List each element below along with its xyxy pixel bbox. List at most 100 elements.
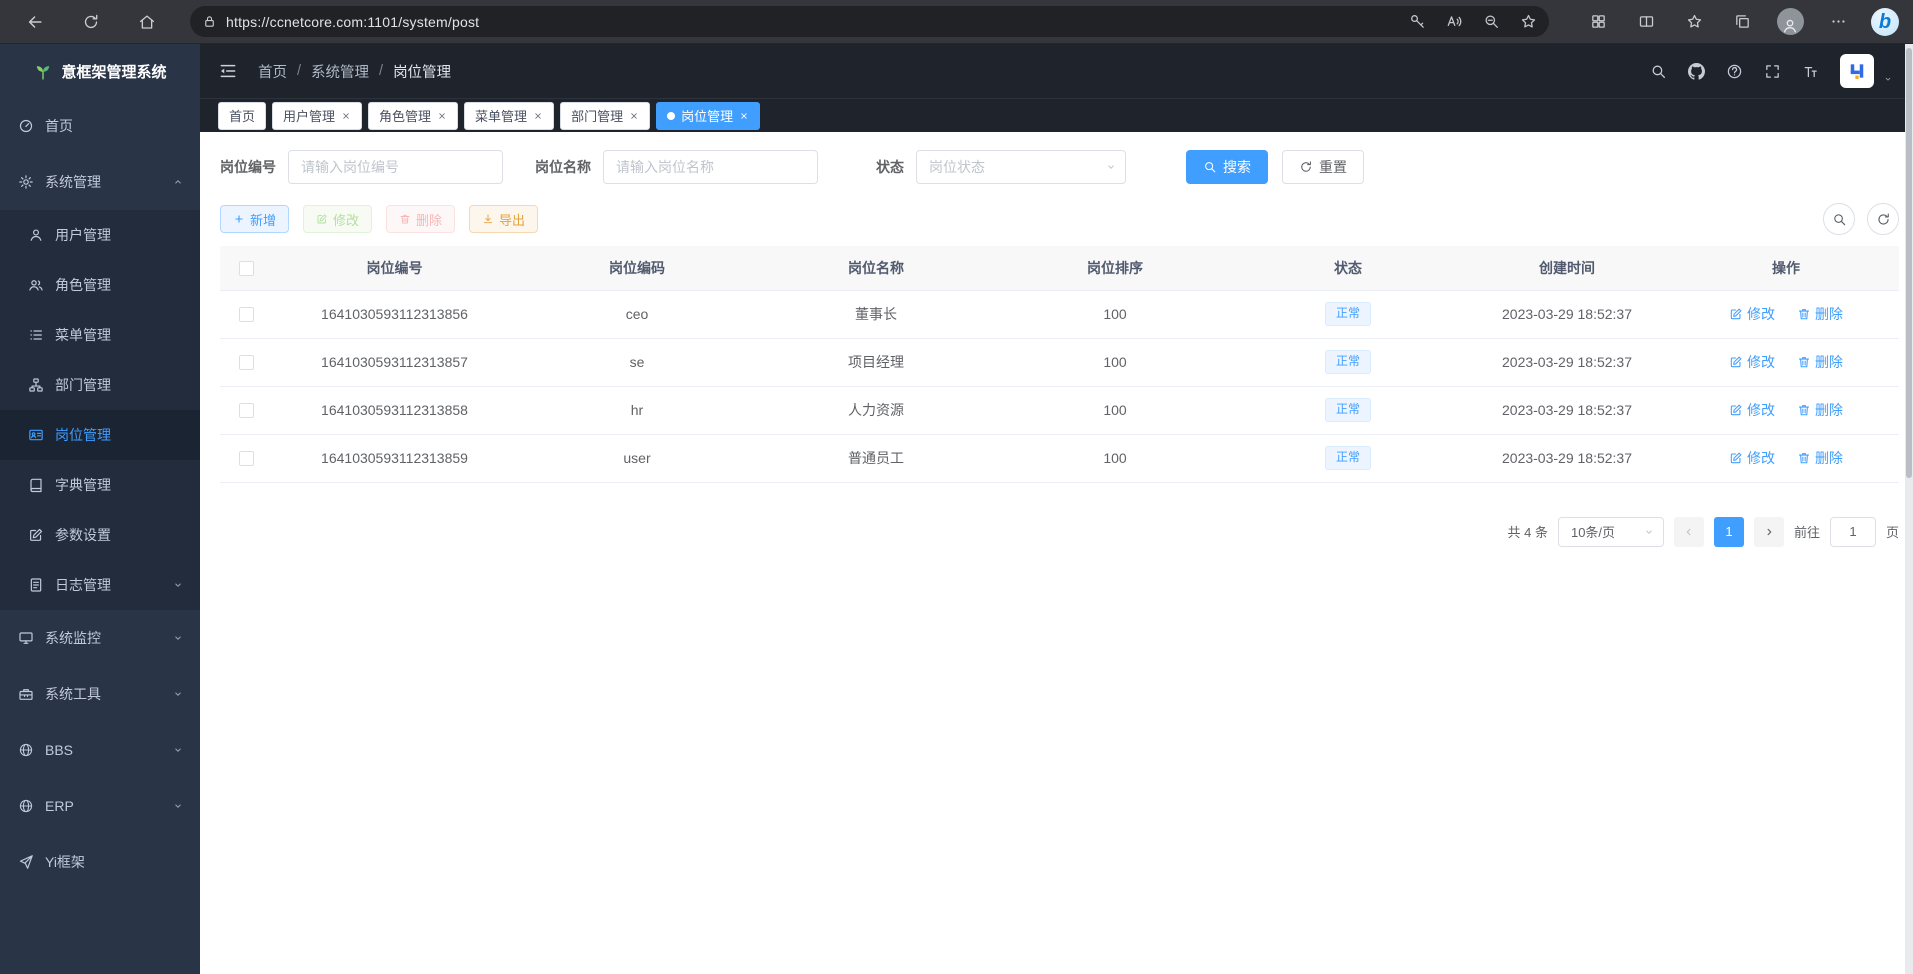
search-button[interactable]: 搜索 [1186,150,1268,184]
sidebar-item-dept-mgmt[interactable]: 部门管理 [0,360,200,410]
edit-icon [1729,451,1743,465]
row-checkbox[interactable] [239,403,254,418]
row-edit-link[interactable]: 修改 [1729,400,1775,420]
collections-button[interactable] [1725,5,1759,39]
search-icon [1203,160,1217,174]
status-select[interactable]: 岗位状态 [916,150,1126,184]
row-checkbox[interactable] [239,307,254,322]
tab-menu-mgmt[interactable]: 菜单管理 [464,102,554,130]
tab-user-mgmt[interactable]: 用户管理 [272,102,362,130]
sidebar-item-label: BBS [45,742,73,758]
post-name-input[interactable] [603,150,818,184]
post-code-input[interactable] [288,150,503,184]
split-screen-button[interactable] [1629,5,1663,39]
cell-post-code: se [517,338,757,386]
chevron-down-icon [172,744,184,756]
sidebar-item-erp[interactable]: ERP [0,778,200,834]
sidebar-item-menu-mgmt[interactable]: 菜单管理 [0,310,200,360]
browser-back-button[interactable] [18,5,52,39]
sidebar-item-bbs[interactable]: BBS [0,722,200,778]
sidebar-item-label: 菜单管理 [55,325,111,345]
font-size-icon[interactable] [1802,63,1819,80]
breadcrumb-item[interactable]: 系统管理 [311,61,369,82]
profile-button[interactable] [1773,5,1807,39]
refresh-table-button[interactable] [1867,203,1899,235]
cell-created-time: 2023-03-29 18:52:37 [1461,434,1673,482]
sidebar-item-dict-mgmt[interactable]: 字典管理 [0,460,200,510]
row-checkbox[interactable] [239,451,254,466]
app-logo[interactable]: 意框架管理系统 [0,44,200,98]
read-aloud-icon[interactable] [1446,13,1463,30]
row-delete-link[interactable]: 删除 [1797,400,1843,420]
toggle-search-button[interactable] [1823,203,1855,235]
row-edit-link[interactable]: 修改 [1729,352,1775,372]
chevron-down-icon [1643,526,1655,538]
sidebar-item-system-mgmt[interactable]: 系统管理 [0,154,200,210]
sidebar-item-param-settings[interactable]: 参数设置 [0,510,200,560]
row-delete-link[interactable]: 删除 [1797,352,1843,372]
sidebar-item-label: 参数设置 [55,525,111,545]
search-icon[interactable] [1650,63,1667,80]
close-tab-icon[interactable] [739,111,749,121]
page-size-select[interactable]: 10条/页 [1558,517,1664,547]
browser-menu-button[interactable] [1821,5,1855,39]
sidebar-item-user-mgmt[interactable]: 用户管理 [0,210,200,260]
home-icon [138,13,156,31]
close-tab-icon[interactable] [533,111,543,121]
edit-button[interactable]: 修改 [303,205,372,233]
close-tab-icon[interactable] [629,111,639,121]
sidebar-item-system-monitor[interactable]: 系统监控 [0,610,200,666]
row-edit-link[interactable]: 修改 [1729,448,1775,468]
goto-label: 前往 [1794,522,1820,541]
user-avatar[interactable] [1840,54,1874,88]
favorite-star-icon[interactable] [1520,13,1537,30]
address-bar[interactable]: https://ccnetcore.com:1101/system/post [190,6,1549,37]
row-edit-link[interactable]: 修改 [1729,304,1775,324]
post-code-label: 岗位编号 [220,157,276,177]
breadcrumb-item[interactable]: 首页 [258,61,287,82]
collapse-sidebar-icon[interactable] [218,61,238,81]
sidebar-item-role-mgmt[interactable]: 角色管理 [0,260,200,310]
select-all-checkbox[interactable] [239,261,254,276]
tab-dept-mgmt[interactable]: 部门管理 [560,102,650,130]
page-scrollbar[interactable] [1905,44,1913,974]
sidebar-item-yi-framework[interactable]: Yi框架 [0,834,200,890]
row-delete-link[interactable]: 删除 [1797,304,1843,324]
user-menu-caret-icon[interactable] [1883,74,1893,84]
prev-page-button[interactable] [1674,517,1704,547]
row-delete-link[interactable]: 删除 [1797,448,1843,468]
cell-post-code: user [517,434,757,482]
scrollbar-thumb[interactable] [1906,48,1912,478]
delete-button[interactable]: 删除 [386,205,455,233]
goto-page-input[interactable] [1830,517,1876,547]
tab-role-mgmt[interactable]: 角色管理 [368,102,458,130]
page-1-button[interactable]: 1 [1714,517,1744,547]
sidebar-item-home[interactable]: 首页 [0,98,200,154]
copilot-button[interactable]: b [1871,8,1899,36]
cell-post-sort: 100 [995,290,1235,338]
table-row: 1641030593112313859 user 普通员工 100 正常 202… [220,434,1899,482]
next-page-button[interactable] [1754,517,1784,547]
favorites-button[interactable] [1677,5,1711,39]
fullscreen-icon[interactable] [1764,63,1781,80]
sidebar-item-system-tools[interactable]: 系统工具 [0,666,200,722]
tab-post-mgmt[interactable]: 岗位管理 [656,102,760,130]
close-tab-icon[interactable] [437,111,447,121]
extensions-button[interactable] [1581,5,1615,39]
github-icon[interactable] [1688,63,1705,80]
sidebar-item-log-mgmt[interactable]: 日志管理 [0,560,200,610]
sidebar-item-post-mgmt[interactable]: 岗位管理 [0,410,200,460]
chevron-down-icon [172,688,184,700]
add-button[interactable]: 新增 [220,205,289,233]
help-icon[interactable] [1726,63,1743,80]
browser-home-button[interactable] [130,5,164,39]
row-checkbox[interactable] [239,355,254,370]
page-unit-label: 页 [1886,522,1899,541]
browser-refresh-button[interactable] [74,5,108,39]
close-tab-icon[interactable] [341,111,351,121]
zoom-out-icon[interactable] [1483,13,1500,30]
tab-home[interactable]: 首页 [218,102,266,130]
password-key-icon[interactable] [1409,13,1426,30]
export-button[interactable]: 导出 [469,205,538,233]
reset-button[interactable]: 重置 [1282,150,1364,184]
